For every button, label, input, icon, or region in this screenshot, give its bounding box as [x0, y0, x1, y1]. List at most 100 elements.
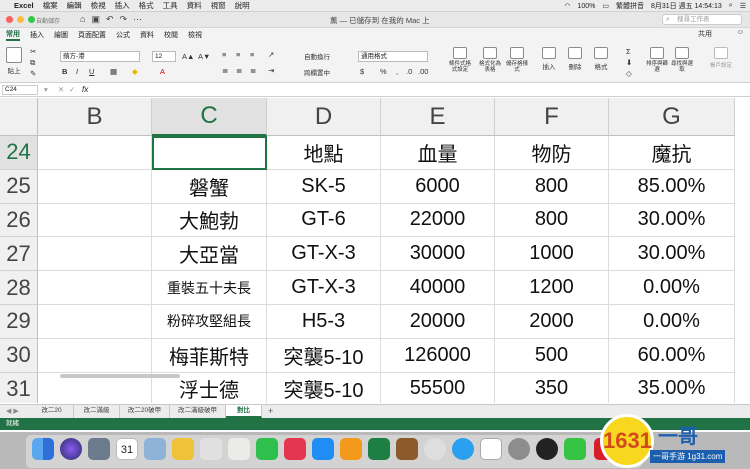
column-header-f[interactable]: F: [495, 98, 609, 136]
sheet-tab-1[interactable]: 改二20: [30, 405, 74, 418]
share-button[interactable]: 共用: [698, 29, 712, 39]
conditional-formatting-button[interactable]: 條件式格式設定: [447, 47, 473, 73]
books-icon[interactable]: [340, 438, 362, 460]
account-settings-button[interactable]: 帳戶設定: [706, 47, 736, 69]
cell-d24[interactable]: 地點: [267, 136, 381, 170]
menu-data[interactable]: 資料: [187, 0, 202, 11]
cell-g24[interactable]: 魔抗: [609, 136, 735, 170]
cell-d27[interactable]: GT-X-3: [267, 237, 381, 272]
name-box[interactable]: C24: [2, 85, 38, 95]
sheet-tab-3[interactable]: 改二20破甲: [120, 405, 170, 418]
cell-d25[interactable]: SK-5: [267, 169, 381, 204]
format-as-table-button[interactable]: 格式化為表格: [477, 47, 503, 73]
tab-formulas[interactable]: 公式: [116, 30, 130, 40]
decrease-decimal-icon[interactable]: .00: [418, 67, 428, 76]
indent-icon[interactable]: ⇥: [268, 66, 274, 75]
cell-e27[interactable]: 30000: [381, 237, 495, 272]
cell-g31[interactable]: 35.00%: [609, 372, 735, 403]
cell-g27[interactable]: 30.00%: [609, 237, 735, 272]
font-color-icon[interactable]: A: [160, 67, 165, 76]
format-cells-button[interactable]: 格式: [590, 47, 612, 71]
battery-icon[interactable]: ▭: [602, 2, 609, 10]
align-center-icon[interactable]: ≣: [236, 66, 242, 75]
cell-d31[interactable]: 突襲5-10: [267, 372, 381, 403]
cell-c29[interactable]: 粉碎攻堅組長: [152, 305, 267, 339]
row-header-30[interactable]: 30: [0, 338, 38, 373]
clear-icon[interactable]: ◇: [626, 69, 632, 78]
cell-f31[interactable]: 350: [495, 372, 609, 403]
row-header-29[interactable]: 29: [0, 305, 38, 339]
cut-icon[interactable]: ✂: [30, 47, 36, 56]
autosum-icon[interactable]: Σ: [626, 47, 631, 56]
column-header-g[interactable]: G: [609, 98, 735, 136]
cell-f27[interactable]: 1000: [495, 237, 609, 272]
clock[interactable]: 8月31日 週五 14:54:13: [651, 1, 722, 11]
row-header-31[interactable]: 31: [0, 372, 38, 403]
sheet-tab-2[interactable]: 改二滿級: [74, 405, 120, 418]
borders-icon[interactable]: ▦: [110, 67, 117, 76]
cell-f29[interactable]: 2000: [495, 305, 609, 339]
cell-c24[interactable]: [152, 136, 267, 170]
increase-decimal-icon[interactable]: .0: [406, 67, 412, 76]
cell-g28[interactable]: 0.00%: [609, 271, 735, 305]
select-all-corner[interactable]: [0, 98, 38, 136]
cell-d28[interactable]: GT-X-3: [267, 271, 381, 305]
cell-f24[interactable]: 物防: [495, 136, 609, 170]
font-name-select[interactable]: 蘋方-港: [60, 51, 140, 62]
italic-icon[interactable]: I: [76, 67, 78, 76]
menu-file[interactable]: 檔案: [43, 0, 58, 11]
more-icon[interactable]: ⋯: [133, 14, 142, 25]
feedback-icon[interactable]: ☺: [737, 29, 744, 36]
cell-styles-button[interactable]: 儲存格樣式: [504, 47, 530, 73]
safari-icon[interactable]: [452, 438, 474, 460]
close-window-button[interactable]: [6, 16, 13, 23]
menu-view[interactable]: 檢視: [91, 0, 106, 11]
cell-c26[interactable]: 大鮑勃: [152, 203, 267, 238]
menu-app-name[interactable]: Excel: [14, 1, 34, 10]
tab-page-layout[interactable]: 頁面配置: [78, 30, 106, 40]
cancel-icon[interactable]: ✕: [58, 85, 64, 94]
app-store-icon[interactable]: [312, 438, 334, 460]
grow-font-icon[interactable]: A▲: [182, 52, 194, 61]
system-preferences-icon[interactable]: [508, 438, 530, 460]
paste-button[interactable]: 貼上: [6, 47, 22, 75]
home-icon[interactable]: ⌂: [80, 14, 85, 25]
search-sheet-input[interactable]: ⌕ 搜尋工作表: [662, 14, 742, 25]
spotlight-icon[interactable]: ⌕: [729, 2, 733, 10]
sheet-tab-4[interactable]: 改二滿級破甲: [170, 405, 226, 418]
cell-d26[interactable]: GT-6: [267, 203, 381, 238]
name-box-dropdown-icon[interactable]: ▾: [44, 85, 48, 94]
minimize-window-button[interactable]: [17, 16, 24, 23]
tab-draw[interactable]: 繪圖: [54, 30, 68, 40]
tab-home[interactable]: 常用: [6, 29, 20, 41]
cell-d29[interactable]: H5-3: [267, 305, 381, 339]
cell-e24[interactable]: 血量: [381, 136, 495, 170]
clock-app-icon[interactable]: [424, 438, 446, 460]
finder-icon[interactable]: [32, 438, 54, 460]
cell-c25[interactable]: 磐蟹: [152, 169, 267, 204]
cell-d30[interactable]: 突襲5-10: [267, 338, 381, 373]
horizontal-scrollbar[interactable]: [60, 374, 180, 378]
row-header-24[interactable]: 24: [0, 136, 38, 170]
sort-filter-button[interactable]: 排序與篩選: [645, 47, 669, 73]
function-icon[interactable]: fx: [82, 85, 88, 94]
excel-icon[interactable]: [368, 438, 390, 460]
qq-icon[interactable]: [536, 438, 558, 460]
cell-c28[interactable]: 重裝五十夫長: [152, 271, 267, 305]
menu-edit[interactable]: 編輯: [67, 0, 82, 11]
reminders-icon[interactable]: [200, 438, 222, 460]
align-bottom-icon[interactable]: ≡: [250, 50, 254, 59]
bold-icon[interactable]: B: [62, 67, 67, 76]
tab-insert[interactable]: 插入: [30, 30, 44, 40]
cell-e31[interactable]: 55500: [381, 372, 495, 403]
sheet-tab-active[interactable]: 對比: [226, 405, 262, 418]
number-format-select[interactable]: 通用格式: [358, 51, 428, 62]
align-left-icon[interactable]: ≣: [222, 66, 228, 75]
find-select-button[interactable]: 尋找與選取: [670, 47, 694, 73]
siri-icon[interactable]: [60, 438, 82, 460]
autosave-label[interactable]: 自動儲存: [36, 16, 60, 25]
orientation-icon[interactable]: ↗: [268, 50, 274, 59]
cell-f28[interactable]: 1200: [495, 271, 609, 305]
cell-b30[interactable]: [38, 338, 152, 373]
column-header-c[interactable]: C: [152, 98, 267, 136]
